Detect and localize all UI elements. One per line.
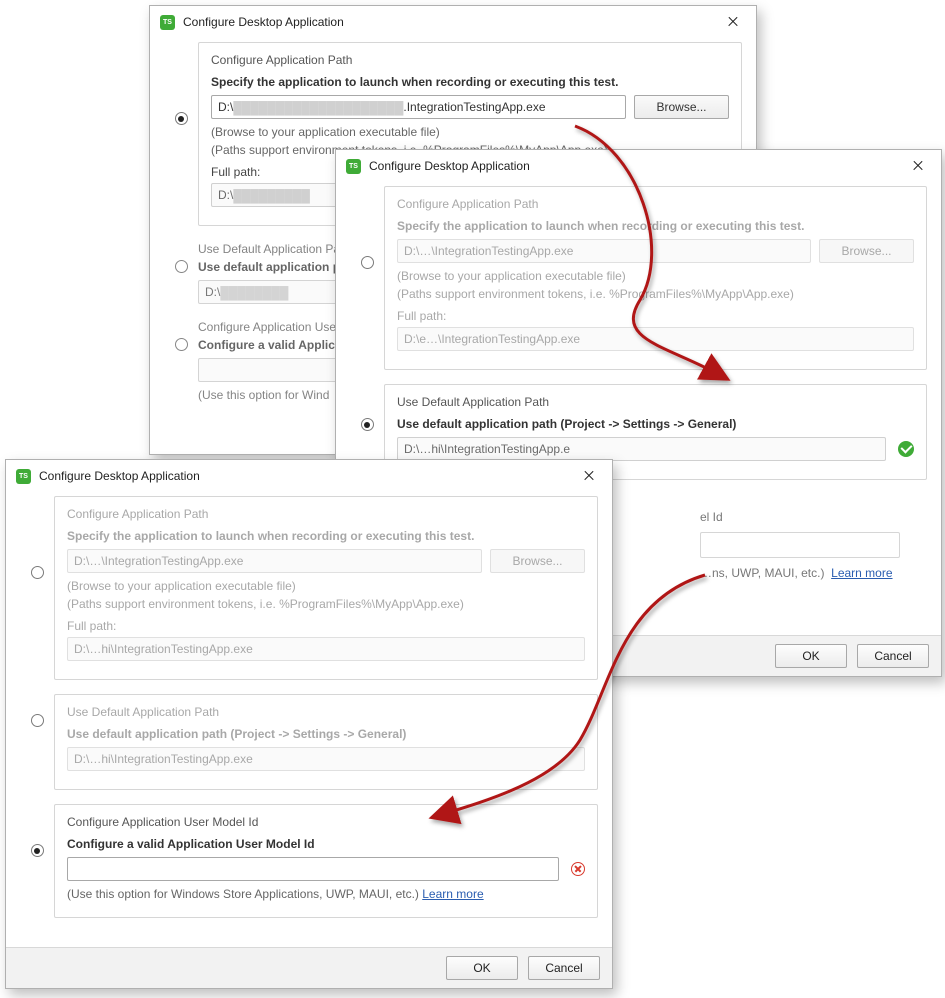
full-path-value: D:\…hi\IntegrationTestingApp.exe [67,637,585,661]
dialog-3: TS Configure Desktop Application Configu… [5,459,613,989]
application-path-input[interactable]: D:\…\IntegrationTestingApp.exe [397,239,811,263]
close-icon[interactable] [903,156,933,176]
section-help: Specify the application to launch when r… [211,75,729,89]
app-icon: TS [16,469,31,484]
default-path-value: D:\…hi\IntegrationTestingApp.e [397,437,886,461]
default-path-value: D:\…hi\IntegrationTestingApp.exe [67,747,585,771]
learn-more-link[interactable]: Learn more [831,566,892,580]
panel-user-model-id: Configure Application User Model Id Conf… [54,804,598,918]
error-icon [571,862,585,876]
radio-default-path[interactable] [175,260,188,273]
cancel-button[interactable]: Cancel [857,644,929,668]
full-path-value: D:\e…\IntegrationTestingApp.exe [397,327,914,351]
user-model-id-input[interactable] [67,857,559,881]
app-icon: TS [160,15,175,30]
radio-user-model-id[interactable] [31,844,44,857]
window-title: Configure Desktop Application [183,15,344,29]
usermodel-explain: (Use this option for Windows Store Appli… [67,887,585,901]
section-title: Configure Application Path [211,53,729,67]
user-model-id-input[interactable] [700,532,900,558]
application-path-input[interactable]: D:\████████████████████.IntegrationTesti… [211,95,626,119]
check-icon [898,441,914,457]
browse-help: (Browse to your application executable f… [211,125,729,139]
browse-button[interactable]: Browse... [819,239,914,263]
ok-button[interactable]: OK [446,956,518,980]
titlebar: TS Configure Desktop Application [336,150,941,178]
browse-button[interactable]: Browse... [490,549,585,573]
panel-configure-path: Configure Application Path Specify the a… [54,496,598,680]
close-icon[interactable] [574,466,604,486]
radio-user-model-id[interactable] [175,338,188,351]
titlebar: TS Configure Desktop Application [150,6,756,34]
dialog-footer: OK Cancel [6,947,612,988]
application-path-input[interactable]: D:\…\IntegrationTestingApp.exe [67,549,482,573]
cancel-button[interactable]: Cancel [528,956,600,980]
learn-more-link[interactable]: Learn more [422,887,483,901]
dialog-body: Configure Application Path Specify the a… [6,488,612,947]
titlebar: TS Configure Desktop Application [6,460,612,488]
radio-configure-path[interactable] [361,256,374,269]
radio-default-path[interactable] [31,714,44,727]
window-title: Configure Desktop Application [369,159,530,173]
radio-configure-path[interactable] [31,566,44,579]
radio-default-path[interactable] [361,418,374,431]
app-icon: TS [346,159,361,174]
panel-default-path: Use Default Application Path Use default… [54,694,598,790]
panel-configure-path: Configure Application Path Specify the a… [384,186,927,370]
close-icon[interactable] [718,12,748,32]
ok-button[interactable]: OK [775,644,847,668]
browse-button[interactable]: Browse... [634,95,729,119]
radio-configure-path[interactable] [175,112,188,125]
window-title: Configure Desktop Application [39,469,200,483]
